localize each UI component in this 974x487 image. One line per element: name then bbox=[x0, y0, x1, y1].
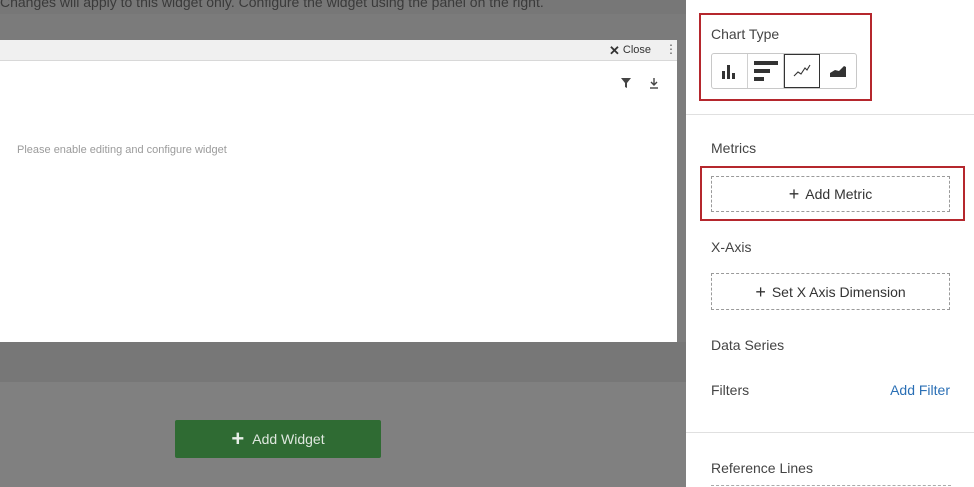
chart-type-selector bbox=[711, 53, 857, 89]
kebab-menu-icon[interactable]: ⋮ bbox=[665, 43, 677, 55]
widget-card[interactable]: ✕ Close ⋮ Please enable editing and conf… bbox=[0, 40, 677, 342]
panel-divider bbox=[686, 114, 974, 115]
data-series-label: Data Series bbox=[711, 337, 785, 353]
widget-header: ✕ Close ⋮ bbox=[0, 40, 677, 61]
line-chart-icon[interactable] bbox=[784, 54, 820, 88]
filter-icon[interactable] bbox=[621, 78, 631, 89]
download-icon[interactable] bbox=[649, 78, 659, 89]
set-x-axis-button[interactable]: + Set X Axis Dimension bbox=[711, 273, 950, 310]
plus-icon: + bbox=[755, 281, 766, 302]
filters-label: Filters bbox=[711, 382, 750, 398]
horizontal-bar-chart-icon[interactable] bbox=[748, 54, 784, 88]
add-widget-button[interactable]: + Add Widget bbox=[175, 420, 381, 458]
reference-lines-button-edge bbox=[711, 485, 951, 486]
add-widget-label: Add Widget bbox=[252, 431, 325, 447]
add-filter-link[interactable]: Add Filter bbox=[890, 382, 950, 398]
area-chart-icon[interactable] bbox=[820, 54, 856, 88]
set-x-axis-label: Set X Axis Dimension bbox=[771, 283, 906, 300]
x-axis-label: X-Axis bbox=[711, 239, 752, 255]
add-metric-label: Add Metric bbox=[805, 186, 873, 202]
workspace-top-hint: Changes will apply to this widget only. … bbox=[0, 0, 544, 10]
empty-widget-message: Please enable editing and configure widg… bbox=[17, 144, 227, 156]
close-label: Close bbox=[622, 44, 651, 56]
panel-divider bbox=[686, 432, 974, 433]
workspace-lower-band bbox=[0, 342, 686, 382]
dashboard-workspace: Changes will apply to this widget only. … bbox=[0, 0, 686, 487]
workspace-top-hint-bar: Changes will apply to this widget only. … bbox=[0, 0, 686, 14]
bar-chart-icon[interactable] bbox=[712, 54, 748, 88]
close-icon: ✕ bbox=[608, 42, 620, 58]
plus-icon: + bbox=[788, 184, 800, 204]
close-button[interactable]: ✕ Close bbox=[608, 42, 651, 58]
workspace-band bbox=[0, 14, 686, 40]
widget-toolbar bbox=[621, 78, 659, 89]
reference-lines-label: Reference Lines bbox=[711, 460, 813, 476]
add-metric-button[interactable]: + Add Metric bbox=[711, 176, 950, 212]
metrics-label: Metrics bbox=[711, 140, 757, 156]
plus-icon: + bbox=[231, 426, 245, 451]
